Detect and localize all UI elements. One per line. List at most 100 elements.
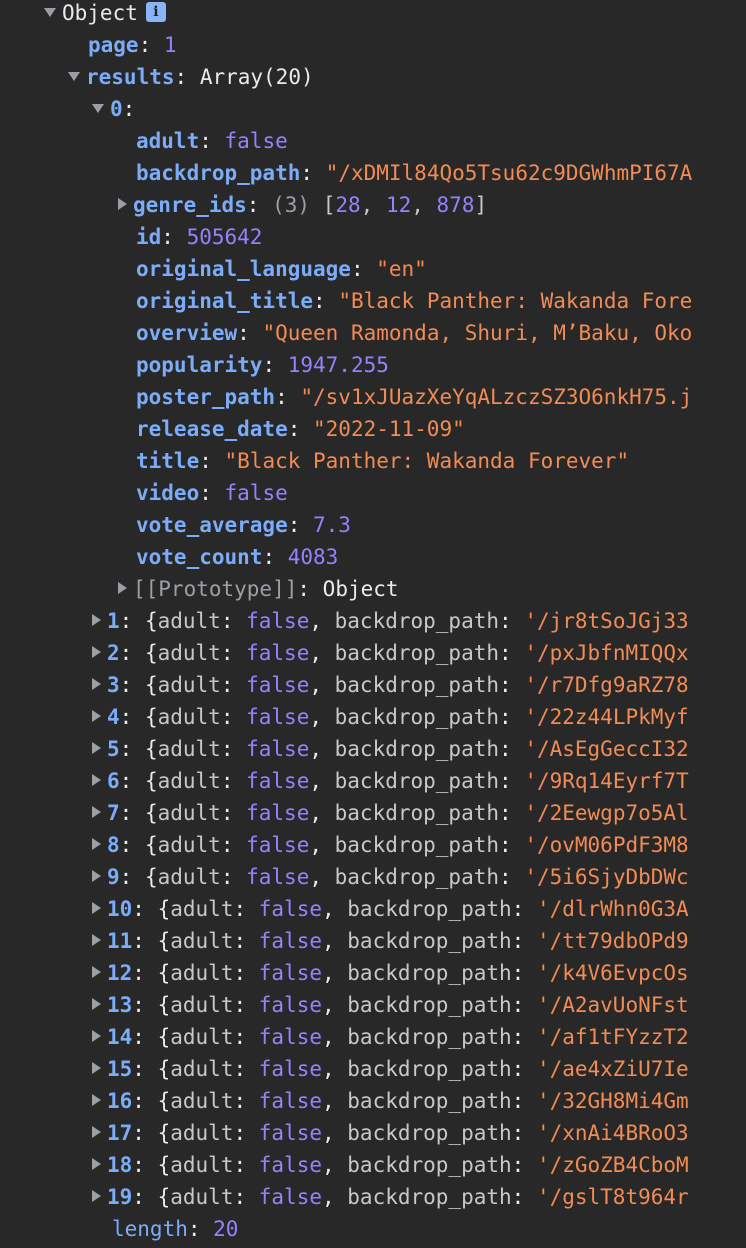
- expand-triangle-icon[interactable]: [68, 71, 80, 81]
- preview-key: backdrop_path: [347, 993, 512, 1017]
- preview-value: '/pxJbfnMIQQx: [524, 641, 689, 665]
- expand-triangle-icon[interactable]: [118, 582, 127, 594]
- prop-value: false: [224, 481, 288, 505]
- array-item-row[interactable]: 16: {adult: false, backdrop_path: '/32GH…: [92, 1085, 746, 1117]
- prop-key: vote_count: [136, 545, 263, 569]
- item-index: 16: [107, 1089, 133, 1113]
- expand-triangle-icon[interactable]: [92, 614, 101, 626]
- array-item-row[interactable]: 5: {adult: false, backdrop_path: '/AsEgG…: [92, 733, 746, 765]
- item-index: 17: [107, 1121, 133, 1145]
- expand-triangle-icon[interactable]: [92, 710, 101, 722]
- array-item-row[interactable]: 3: {adult: false, backdrop_path: '/r7Dfg…: [92, 669, 746, 701]
- array-item-row[interactable]: 9: {adult: false, backdrop_path: '/5i6Sj…: [92, 861, 746, 893]
- expand-triangle-icon[interactable]: [92, 646, 101, 658]
- expand-triangle-icon[interactable]: [92, 1158, 101, 1170]
- prop-key: original_title: [136, 289, 314, 313]
- item-index: 11: [107, 929, 133, 953]
- preview-key: backdrop_path: [334, 641, 500, 665]
- expand-triangle-icon[interactable]: [92, 1062, 101, 1074]
- array-item-row[interactable]: 2: {adult: false, backdrop_path: '/pxJbf…: [92, 637, 746, 669]
- prop-value: 1: [163, 33, 177, 57]
- preview-key: adult: [170, 1185, 234, 1209]
- root-object-row[interactable]: Object i: [44, 0, 166, 29]
- expand-triangle-icon[interactable]: [92, 902, 101, 914]
- expand-triangle-icon[interactable]: [92, 678, 101, 690]
- array-item-row[interactable]: 4: {adult: false, backdrop_path: '/22z44…: [92, 701, 746, 733]
- prop-value: "/sv1xJUazXeYqALzczSZ3O6nkH75.j: [300, 385, 693, 409]
- array-item-row[interactable]: 17: {adult: false, backdrop_path: '/xnAi…: [92, 1117, 746, 1149]
- array-item-row[interactable]: 14: {adult: false, backdrop_path: '/af1t…: [92, 1021, 746, 1053]
- item-index: 5: [107, 737, 120, 761]
- preview-key: adult: [157, 833, 221, 857]
- results-row[interactable]: results: Array(20): [68, 61, 314, 93]
- array-item-row[interactable]: 12: {adult: false, backdrop_path: '/k4V6…: [92, 957, 746, 989]
- preview-key: adult: [170, 1057, 234, 1081]
- expand-triangle-icon[interactable]: [92, 742, 101, 754]
- expand-triangle-icon[interactable]: [92, 1030, 101, 1042]
- preview-value: false: [246, 673, 310, 697]
- array-item-row[interactable]: 13: {adult: false, backdrop_path: '/A2av…: [92, 989, 746, 1021]
- array-item-row[interactable]: 10: {adult: false, backdrop_path: '/dlrW…: [92, 893, 746, 925]
- item-index: 14: [107, 1025, 133, 1049]
- array-item-row[interactable]: 15: {adult: false, backdrop_path: '/ae4x…: [92, 1053, 746, 1085]
- preview-value: '/ovM06PdF3M8: [524, 833, 689, 857]
- prop-prototype[interactable]: [[Prototype]]: Object: [118, 573, 399, 605]
- preview-value: false: [258, 961, 322, 985]
- array-item-row[interactable]: 19: {adult: false, backdrop_path: '/gslT…: [92, 1181, 746, 1213]
- preview-value: false: [258, 1121, 322, 1145]
- preview-value: false: [246, 641, 310, 665]
- item-index: 19: [107, 1185, 133, 1209]
- item-index: 12: [107, 961, 133, 985]
- preview-value: '/AsEgGeccI32: [524, 737, 689, 761]
- expand-triangle-icon[interactable]: [92, 103, 104, 113]
- array-item-row[interactable]: 8: {adult: false, backdrop_path: '/ovM06…: [92, 829, 746, 861]
- preview-value: '/ae4xZiU7Ie: [536, 1057, 689, 1081]
- prop-overview: overview: "Queen Ramonda, Shuri, M’Baku,…: [136, 321, 693, 345]
- array-item-row[interactable]: 7: {adult: false, backdrop_path: '/2Eewg…: [92, 797, 746, 829]
- preview-key: backdrop_path: [347, 1121, 512, 1145]
- array-item-row[interactable]: 18: {adult: false, backdrop_path: '/zGoZ…: [92, 1149, 746, 1181]
- prop-genre-ids[interactable]: genre_ids: (3) [28, 12, 878]: [118, 189, 487, 221]
- preview-key: adult: [170, 897, 234, 921]
- preview-value: false: [258, 1185, 322, 1209]
- item-index: 7: [107, 801, 120, 825]
- preview-key: adult: [157, 737, 221, 761]
- prop-original-language: original_language: "en": [136, 257, 427, 281]
- array-count: (3): [272, 193, 311, 217]
- expand-triangle-icon[interactable]: [92, 870, 101, 882]
- expand-triangle-icon[interactable]: [92, 838, 101, 850]
- array-item-row[interactable]: 1: {adult: false, backdrop_path: '/jr8tS…: [92, 605, 746, 637]
- expand-triangle-icon[interactable]: [118, 198, 127, 210]
- expand-triangle-icon[interactable]: [92, 1190, 101, 1202]
- info-icon[interactable]: i: [145, 2, 166, 22]
- array-item-0-row[interactable]: 0:: [92, 93, 135, 125]
- expand-triangle-icon[interactable]: [92, 934, 101, 946]
- preview-value: '/dlrWhn0G3A: [536, 897, 689, 921]
- preview-value: false: [258, 897, 322, 921]
- preview-key: adult: [170, 1153, 234, 1177]
- expand-triangle-icon[interactable]: [44, 7, 56, 17]
- preview-value: '/5i6SjyDbDWc: [524, 865, 689, 889]
- preview-value: '/af1tFYzzT2: [536, 1025, 689, 1049]
- item-index: 2: [107, 641, 120, 665]
- expand-triangle-icon[interactable]: [92, 1126, 101, 1138]
- prop-value: "Black Panther: Wakanda Forever": [224, 449, 630, 473]
- expand-triangle-icon[interactable]: [92, 966, 101, 978]
- prop-key: backdrop_path: [136, 161, 301, 185]
- expand-triangle-icon[interactable]: [92, 1094, 101, 1106]
- preview-value: false: [258, 929, 322, 953]
- expand-triangle-icon[interactable]: [92, 774, 101, 786]
- root-object-label: Object: [62, 1, 138, 25]
- preview-value: false: [258, 1153, 322, 1177]
- array-item-row[interactable]: 11: {adult: false, backdrop_path: '/tt79…: [92, 925, 746, 957]
- array-item-row[interactable]: 6: {adult: false, backdrop_path: '/9Rq14…: [92, 765, 746, 797]
- prop-title: title: "Black Panther: Wakanda Forever": [136, 449, 630, 473]
- preview-value: '/2Eewgp7o5Al: [524, 801, 689, 825]
- expand-triangle-icon[interactable]: [92, 998, 101, 1010]
- preview-value: false: [258, 1089, 322, 1113]
- expand-triangle-icon[interactable]: [92, 806, 101, 818]
- preview-key: backdrop_path: [334, 673, 500, 697]
- prop-key: release_date: [136, 417, 288, 441]
- item-index: 4: [107, 705, 120, 729]
- prop-value: "Black Panther: Wakanda Fore: [338, 289, 693, 313]
